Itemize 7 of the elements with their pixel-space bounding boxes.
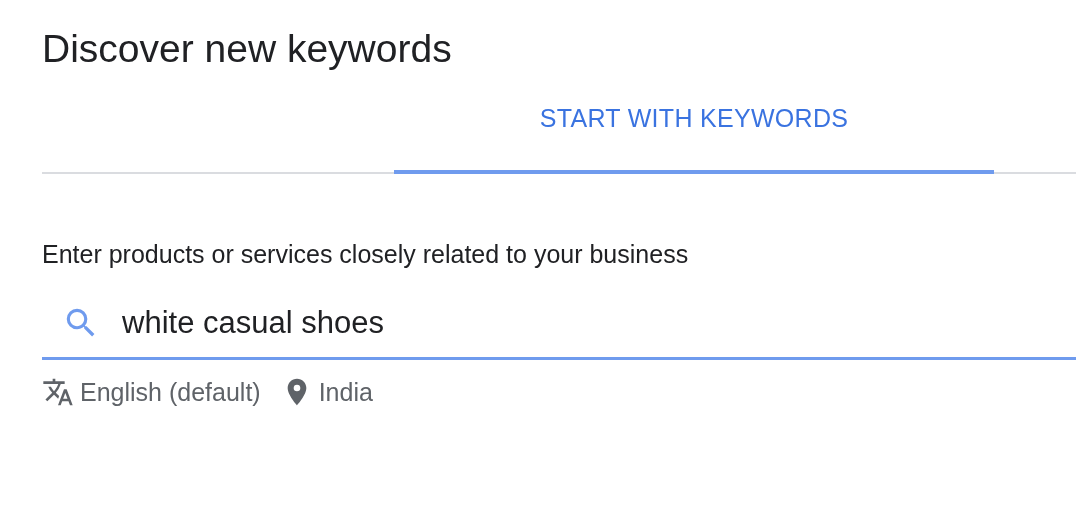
translate-icon	[42, 376, 74, 408]
setting-text[interactable]: India	[318, 377, 373, 407]
setting-text[interactable]: English (default)	[80, 377, 261, 407]
tab[interactable]: START WITH KEYWORDS	[394, 82, 994, 174]
field-label: Enter products or services closely related to your business	[42, 240, 690, 269]
search-field[interactable]: white casual shoes	[122, 305, 1076, 341]
page-title: Discover new keywords	[42, 26, 453, 72]
